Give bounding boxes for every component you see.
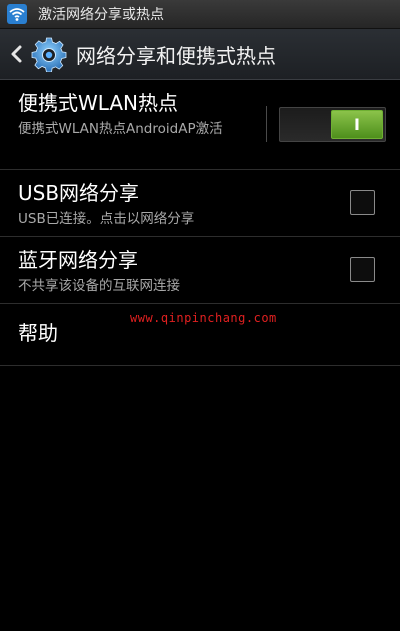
- setting-row-bluetooth-tethering[interactable]: 蓝牙网络分享 不共享该设备的互联网连接: [0, 237, 400, 304]
- setting-text-group: USB网络分享 USB已连接。点击以网络分享: [18, 180, 194, 229]
- page-title: 网络分享和便携式热点: [76, 43, 276, 68]
- action-bar-up-navigation[interactable]: 网络分享和便携式热点: [0, 29, 400, 80]
- status-notification-text: 激活网络分享或热点: [38, 7, 164, 23]
- wlan-hotspot-toggle[interactable]: I: [279, 107, 386, 142]
- setting-title: 便携式WLAN热点: [18, 91, 179, 115]
- setting-summary: 不共享该设备的互联网连接: [18, 278, 180, 294]
- back-chevron-icon[interactable]: [6, 39, 26, 69]
- settings-gear-icon: [30, 35, 68, 73]
- setting-text-group: 帮助: [18, 320, 58, 346]
- toggle-knob-on: I: [331, 110, 383, 139]
- status-bar: 激活网络分享或热点: [0, 0, 400, 29]
- setting-summary: 便携式WLAN热点AndroidAP激活: [18, 121, 223, 137]
- toggle-on-mark: I: [354, 114, 360, 134]
- setting-text-group: 便携式WLAN热点 便携式WLAN热点AndroidAP激活: [18, 90, 250, 139]
- wifi-tethering-icon: [6, 3, 28, 25]
- setting-title: 蓝牙网络分享: [18, 248, 138, 272]
- setting-title: USB网络分享: [18, 181, 140, 205]
- setting-row-usb-tethering[interactable]: USB网络分享 USB已连接。点击以网络分享: [0, 170, 400, 237]
- setting-text-group: 蓝牙网络分享 不共享该设备的互联网连接: [18, 247, 180, 296]
- setting-row-portable-wlan-hotspot[interactable]: 便携式WLAN热点 便携式WLAN热点AndroidAP激活 I: [0, 80, 400, 170]
- watermark-text: www.qinpinchang.com: [130, 311, 277, 325]
- setting-title: 帮助: [18, 321, 58, 345]
- bluetooth-tethering-checkbox[interactable]: [350, 257, 375, 282]
- usb-tethering-checkbox[interactable]: [350, 190, 375, 215]
- vertical-divider: [266, 106, 267, 142]
- setting-summary: USB已连接。点击以网络分享: [18, 211, 195, 227]
